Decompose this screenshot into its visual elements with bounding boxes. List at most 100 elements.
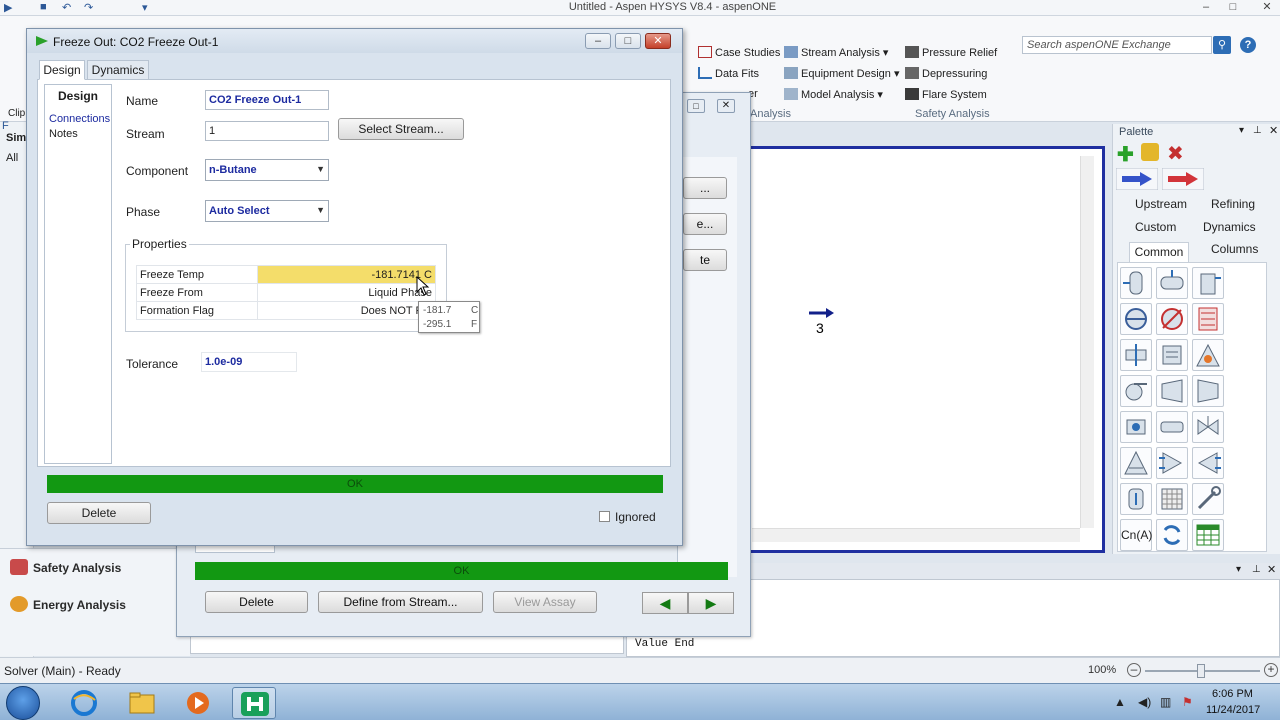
bg-maximize-button[interactable]: □ — [687, 99, 705, 113]
separator-icon[interactable] — [1120, 267, 1152, 299]
lng-exchanger-icon[interactable] — [1192, 303, 1224, 335]
model-analysis-button[interactable]: Model Analysis ▾ — [784, 88, 883, 101]
flare-system-button[interactable]: Flare System — [905, 88, 987, 101]
phase-dropdown[interactable]: Auto Select ▼ — [205, 200, 329, 222]
bg-partial-button-3[interactable]: te — [683, 249, 727, 271]
three-phase-separator-icon[interactable] — [1156, 267, 1188, 299]
file-explorer-icon[interactable] — [120, 687, 164, 719]
stream-label[interactable]: 3 — [816, 320, 824, 336]
ignored-checkbox[interactable] — [599, 511, 610, 522]
zoom-in-icon[interactable]: + — [1264, 663, 1278, 677]
name-field[interactable]: CO2 Freeze Out-1 — [205, 90, 329, 110]
bg-partial-button-2[interactable]: e... — [683, 213, 727, 235]
control-valve-icon[interactable] — [1192, 411, 1224, 443]
equipment-design-button[interactable]: Equipment Design ▾ — [784, 67, 899, 80]
tank-icon[interactable] — [1192, 267, 1224, 299]
palette-tab-refining[interactable]: Refining — [1211, 197, 1255, 211]
component-dropdown[interactable]: n-Butane ▼ — [205, 159, 329, 181]
valve-icon[interactable] — [1120, 411, 1152, 443]
compressor-icon[interactable] — [1156, 375, 1188, 407]
trace-window[interactable] — [190, 636, 624, 654]
file-tab-partial[interactable]: F — [2, 120, 9, 132]
mixer-icon[interactable] — [1156, 447, 1188, 479]
tee-icon[interactable] — [1192, 447, 1224, 479]
output-dropdown-icon[interactable]: ▾ — [1236, 564, 1241, 575]
palette-tab-dynamics[interactable]: Dynamics — [1203, 220, 1256, 234]
tools-icon[interactable] — [1192, 483, 1224, 515]
column-icon[interactable] — [1120, 447, 1152, 479]
close-window-button[interactable]: ✕ — [1254, 0, 1280, 15]
dialog-maximize-button[interactable]: □ — [615, 33, 641, 49]
material-stream-arrow-icon[interactable] — [808, 308, 834, 318]
palette-tab-custom[interactable]: Custom — [1135, 220, 1176, 234]
dialog-close-button[interactable]: ✕ — [645, 33, 671, 49]
bg-delete-button[interactable]: Delete — [205, 591, 308, 613]
spreadsheet-icon[interactable] — [1192, 519, 1224, 551]
bg-close-button[interactable]: ✕ — [717, 99, 735, 113]
next-arrow-icon[interactable]: ▶ — [688, 592, 734, 614]
search-exchange-input[interactable]: Search aspenONE Exchange — [1022, 36, 1212, 54]
heat-exchanger-icon[interactable] — [1120, 303, 1152, 335]
all-items-label-partial[interactable]: All — [6, 152, 18, 164]
filter-icon[interactable] — [1156, 483, 1188, 515]
formation-flag-value[interactable]: Does NOT For — [257, 301, 436, 320]
safety-analysis-nav-item[interactable]: Safety Analysis — [10, 559, 121, 575]
flowsheet-horizontal-scrollbar[interactable] — [752, 528, 1080, 542]
flowsheet-vertical-scrollbar[interactable] — [1080, 156, 1094, 528]
dialog-minimize-button[interactable]: – — [585, 33, 611, 49]
delete-button[interactable]: Delete — [47, 502, 151, 524]
internet-explorer-icon[interactable] — [62, 687, 106, 719]
palette-tab-common[interactable]: Common — [1129, 242, 1189, 262]
material-stream-icon[interactable] — [1116, 168, 1158, 190]
zoom-out-icon[interactable]: – — [1127, 663, 1141, 677]
palette-dropdown-icon[interactable]: ▾ — [1239, 125, 1244, 136]
recycle-icon[interactable] — [1156, 519, 1188, 551]
help-icon[interactable]: ? — [1240, 37, 1256, 53]
expander-icon[interactable] — [1192, 375, 1224, 407]
maximize-window-button[interactable]: □ — [1220, 0, 1246, 15]
tolerance-field[interactable]: 1.0e-09 — [201, 352, 297, 372]
freeze-temp-value[interactable]: -181.7141 C — [257, 265, 436, 284]
flowsheet-canvas[interactable] — [748, 146, 1105, 553]
depressuring-button[interactable]: Depressuring — [905, 67, 987, 80]
search-icon[interactable]: ⚲ — [1213, 36, 1231, 54]
add-icon[interactable]: ✚ — [1117, 142, 1134, 167]
aspen-hysys-taskbar-icon[interactable] — [232, 687, 276, 719]
plug-flow-reactor-icon[interactable] — [1120, 339, 1152, 371]
pressure-relief-button[interactable]: Pressure Relief — [905, 46, 997, 59]
stream-field[interactable]: 1 — [205, 121, 329, 141]
side-nav-connections[interactable]: Connections — [49, 113, 110, 125]
bg-partial-button-1[interactable]: ... — [683, 177, 727, 199]
zoom-slider-thumb[interactable] — [1197, 664, 1205, 678]
reactor-icon[interactable] — [1120, 483, 1152, 515]
output-close-icon[interactable]: ✕ — [1267, 563, 1276, 576]
taskbar-clock-date[interactable]: 11/24/2017 — [1206, 704, 1260, 716]
volume-icon[interactable]: ◀) — [1138, 695, 1151, 709]
tab-dynamics[interactable]: Dynamics — [87, 60, 149, 80]
delete-icon[interactable]: ✖ — [1167, 141, 1184, 166]
view-assay-button[interactable]: View Assay — [493, 591, 597, 613]
select-stream-button[interactable]: Select Stream... — [338, 118, 464, 140]
previous-arrow-icon[interactable]: ◀ — [642, 592, 688, 614]
palette-tab-columns[interactable]: Columns — [1211, 242, 1258, 256]
start-button[interactable] — [6, 686, 40, 720]
media-player-icon[interactable] — [176, 687, 220, 719]
side-nav-notes[interactable]: Notes — [49, 128, 78, 140]
fired-heater-icon[interactable] — [1156, 339, 1188, 371]
case-studies-button[interactable]: Case Studies — [698, 46, 780, 59]
show-hidden-icons-icon[interactable]: ▲ — [1114, 695, 1126, 709]
stream-analysis-button[interactable]: Stream Analysis ▾ — [784, 46, 888, 59]
lock-icon[interactable] — [1141, 143, 1159, 161]
action-center-icon[interactable]: ⚑ — [1182, 695, 1193, 709]
freeze-from-value[interactable]: Liquid Phase — [257, 283, 436, 302]
pipe-segment-icon[interactable] — [1156, 411, 1188, 443]
energy-stream-icon[interactable] — [1162, 168, 1204, 190]
tab-design[interactable]: Design — [39, 60, 85, 80]
energy-analysis-nav-item[interactable]: Energy Analysis — [10, 596, 126, 612]
minimize-window-button[interactable]: – — [1193, 0, 1219, 15]
taskbar-clock-time[interactable]: 6:06 PM — [1212, 688, 1253, 700]
component-splitter-icon[interactable]: Cn(A) — [1120, 519, 1152, 551]
data-fits-button[interactable]: Data Fits — [698, 67, 759, 80]
pump-icon[interactable] — [1120, 375, 1152, 407]
dialog-titlebar[interactable]: Freeze Out: CO2 Freeze Out-1 – □ ✕ — [27, 29, 682, 53]
